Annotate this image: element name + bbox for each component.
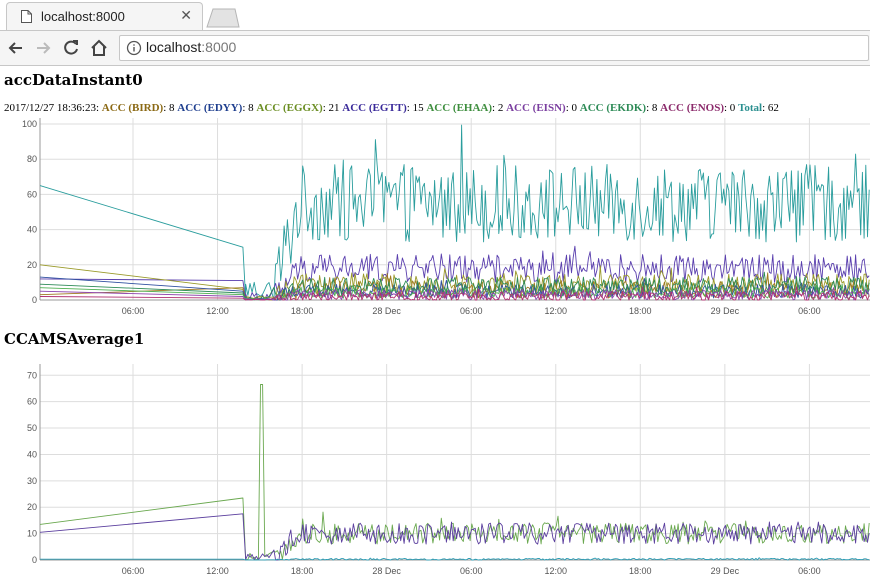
legend-label: ACC (BIRD): [101, 102, 164, 114]
legend-label: ACC (EGTT): [342, 102, 407, 114]
legend-label: ACC (EDYY): [177, 102, 243, 114]
y-tick-label: 0: [32, 295, 37, 305]
tab-title: localhost:8000: [41, 9, 125, 24]
legend-label: Total: [738, 102, 763, 114]
y-tick-label: 80: [27, 154, 37, 164]
url-text[interactable]: localhost:8000: [146, 39, 236, 55]
x-tick-label: 06:00: [122, 566, 145, 576]
reload-icon[interactable]: [60, 37, 82, 59]
chart-title-instant: accDataInstant0: [4, 71, 143, 89]
y-tick-label: 20: [27, 502, 37, 512]
y-tick-label: 50: [27, 423, 37, 433]
legend-value: : 8: [163, 102, 178, 114]
legend-value: : 0: [565, 102, 580, 114]
browser-tab[interactable]: localhost:8000 ✕: [6, 2, 203, 31]
x-tick-label: 28 Dec: [372, 566, 401, 576]
legend-value: : 15: [406, 102, 427, 114]
x-tick-label: 12:00: [206, 566, 229, 576]
forward-icon[interactable]: [32, 37, 54, 59]
x-tick-label: 12:00: [206, 306, 229, 316]
chart-title-average: CCAMSAverage1: [4, 330, 145, 348]
page-icon: [21, 10, 32, 23]
legend-label: ACC (ENOS): [660, 102, 724, 114]
y-tick-label: 40: [27, 225, 37, 235]
y-tick-label: 100: [22, 119, 37, 129]
legend-label: ACC (EKDK): [579, 102, 647, 114]
browser-toolbar: localhost:8000: [0, 30, 870, 66]
address-bar[interactable]: localhost:8000: [119, 35, 869, 61]
tab-strip: localhost:8000 ✕: [0, 0, 870, 31]
legend-label: ACC (EISN): [506, 102, 566, 114]
x-tick-label: 18:00: [291, 306, 314, 316]
series-line: [39, 124, 870, 301]
x-tick-label: 06:00: [460, 306, 483, 316]
back-icon[interactable]: [5, 37, 27, 59]
y-tick-label: 60: [27, 397, 37, 407]
x-tick-label: 12:00: [544, 306, 567, 316]
x-tick-label: 06:00: [798, 306, 821, 316]
x-tick-label: 06:00: [798, 566, 821, 576]
chart-instant: 0 20 40 60 80 100 06:00 12:00 18:00 28 Dec 06:00 12…: [22, 118, 870, 316]
chart-average: 0 10 20 30 40 50 60 70 06:00 12:00 18:00 28 Dec 06:0…: [27, 364, 870, 576]
legend-label: ACC (EGGX): [256, 102, 323, 114]
chart-legend: 2017/12/27 18:36:23: ACC (BIRD): 8 ACC (…: [4, 102, 779, 114]
y-tick-label: 30: [27, 476, 37, 486]
legend-value: : 0: [724, 102, 739, 114]
legend-value: : 62: [762, 102, 779, 114]
y-tick-label: 60: [27, 189, 37, 199]
new-tab-button[interactable]: [206, 8, 240, 28]
x-tick-label: 18:00: [629, 566, 652, 576]
x-tick-label: 12:00: [544, 566, 567, 576]
y-tick-label: 10: [27, 529, 37, 539]
close-icon[interactable]: ✕: [180, 8, 192, 24]
x-tick-label: 28 Dec: [372, 306, 401, 316]
legend-value: : 8: [242, 102, 257, 114]
x-tick-label: 18:00: [629, 306, 652, 316]
legend-timestamp: 2017/12/27 18:36:23:: [4, 102, 102, 114]
info-icon[interactable]: [126, 40, 142, 56]
legend-value: : 2: [492, 102, 507, 114]
legend-label: ACC (EHAA): [426, 102, 493, 114]
y-tick-label: 40: [27, 449, 37, 459]
x-tick-label: 29 Dec: [711, 566, 740, 576]
x-tick-label: 18:00: [291, 566, 314, 576]
home-icon[interactable]: [88, 37, 110, 59]
y-tick-label: 70: [27, 370, 37, 380]
y-tick-label: 20: [27, 260, 37, 270]
legend-value: : 21: [322, 102, 343, 114]
x-tick-label: 06:00: [122, 306, 145, 316]
y-tick-label: 0: [32, 555, 37, 565]
legend-value: : 8: [646, 102, 661, 114]
x-tick-label: 29 Dec: [711, 306, 740, 316]
x-tick-label: 06:00: [460, 566, 483, 576]
